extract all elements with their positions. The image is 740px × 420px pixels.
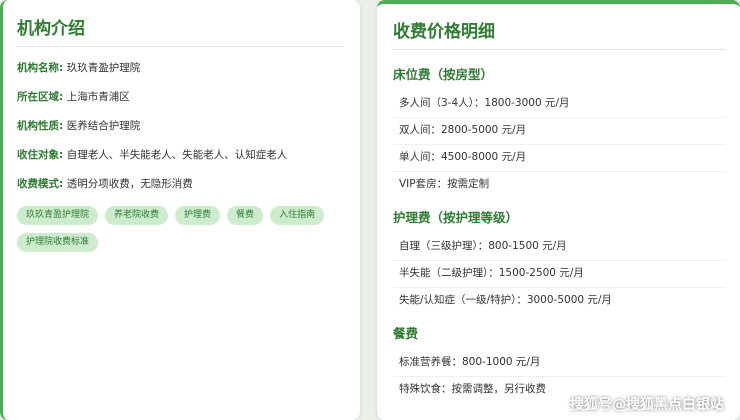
- tag-item[interactable]: 养老院收费: [105, 206, 169, 225]
- fee-section-care: 护理费（按护理等级） 自理（三级护理）：800-1500 元/月 半失能（二级护…: [393, 207, 726, 314]
- price-item: 多人间（3-4人）：1800-3000 元/月: [393, 91, 726, 118]
- fee-details-title: 收费价格明细: [393, 17, 726, 50]
- institution-intro-card: 机构介绍 机构名称: 玖玖青盈护理院 所在区域: 上海市青浦区 机构性质: 医养…: [0, 0, 360, 420]
- price-item: 失能/认知症（一级/特护）：3000-5000 元/月: [399, 294, 612, 306]
- info-value: 医养结合护理院: [66, 120, 141, 132]
- price-item: 自理（三级护理）：800-1500 元/月: [393, 234, 726, 261]
- fee-section-meal: 餐费 标准营养餐：800-1000 元/月 特殊饮食：按需调整，另行收费: [393, 323, 726, 403]
- section-title: 床位费（按房型）: [393, 67, 494, 82]
- info-row-region: 所在区域: 上海市青浦区: [17, 90, 344, 104]
- tag-list: 玖玖青盈护理院 养老院收费 护理费 餐费 入住指南 护理院收费标准: [17, 206, 344, 260]
- section-title: 护理费（按护理等级）: [393, 210, 519, 225]
- price-item: 标准营养餐：800-1000 元/月: [393, 350, 726, 377]
- info-value: 玖玖青盈护理院: [66, 62, 141, 74]
- price-item: VIP套房：按需定制: [399, 178, 490, 190]
- info-value: 上海市青浦区: [66, 91, 130, 103]
- info-label: 所在区域:: [17, 91, 64, 103]
- info-row-nature: 机构性质: 医养结合护理院: [17, 119, 344, 133]
- info-label: 机构名称:: [17, 62, 64, 74]
- info-label: 机构性质:: [17, 120, 64, 132]
- fee-section-bed: 床位费（按房型） 多人间（3-4人）：1800-3000 元/月 双人间：280…: [393, 64, 726, 198]
- info-label: 收费模式:: [17, 178, 64, 190]
- tag-item[interactable]: 入住指南: [270, 206, 325, 225]
- info-value: 自理老人、半失能老人、失能老人、认知症老人: [66, 149, 288, 161]
- price-item: 双人间：2800-5000 元/月: [393, 118, 726, 145]
- tag-item[interactable]: 玖玖青盈护理院: [17, 206, 99, 225]
- info-row-residents: 收住对象: 自理老人、半失能老人、失能老人、认知症老人: [17, 148, 344, 162]
- section-title: 餐费: [393, 326, 419, 341]
- info-value: 透明分项收费，无隐形消费: [66, 178, 193, 190]
- tag-item[interactable]: 护理费: [175, 206, 221, 225]
- price-item: 单人间：4500-8000 元/月: [393, 145, 726, 172]
- tag-item[interactable]: 餐费: [227, 206, 264, 225]
- tag-item[interactable]: 护理院收费标准: [17, 233, 99, 252]
- watermark: 搜狐号@搜狐黑点白银站: [570, 397, 724, 413]
- institution-intro-title: 机构介绍: [17, 14, 344, 47]
- fee-details-card: 收费价格明细 床位费（按房型） 多人间（3-4人）：1800-3000 元/月 …: [377, 0, 740, 420]
- info-label: 收住对象:: [17, 149, 64, 161]
- price-item: 半失能（二级护理）：1500-2500 元/月: [393, 261, 726, 288]
- info-row-fee-mode: 收费模式: 透明分项收费，无隐形消费: [17, 177, 344, 191]
- info-row-name: 机构名称: 玖玖青盈护理院: [17, 61, 344, 75]
